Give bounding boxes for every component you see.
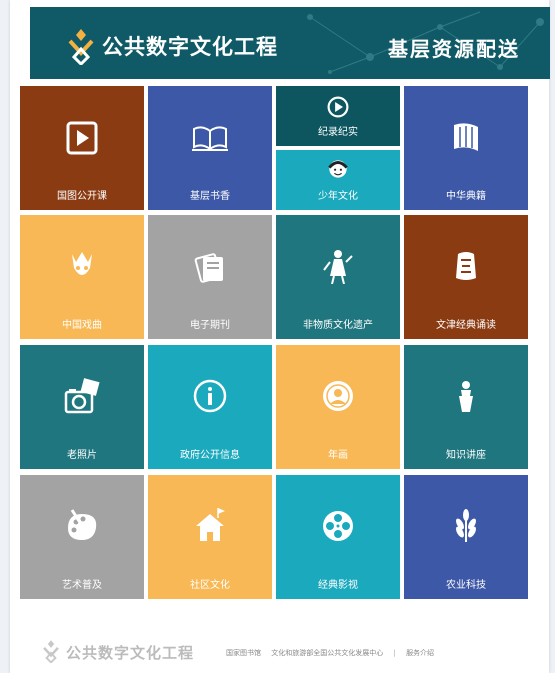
header-banner: 公共数字文化工程 基层资源配送 <box>30 7 550 79</box>
tile-new-year-painting[interactable]: 年画 <box>276 345 400 469</box>
tile-label: 政府公开信息 <box>180 450 240 461</box>
footer-link-intro[interactable]: 服务介绍 <box>406 649 434 657</box>
footer-link-center[interactable]: 文化和旅游部全国公共文化发展中心 <box>271 649 383 657</box>
tile-film-reel[interactable]: 经典影视 <box>276 475 400 599</box>
tile-label: 少年文化 <box>318 191 358 202</box>
tile-info[interactable]: 政府公开信息 <box>148 345 272 469</box>
child-face-icon <box>328 160 348 178</box>
tile-palette-brush[interactable]: 艺术普及 <box>20 475 144 599</box>
footer-logo-icon <box>43 640 59 663</box>
page: 公共数字文化工程 基层资源配送 国图公开课 基层书香 纪录纪实少年文化 中华典籍中国戏… <box>10 0 550 673</box>
tile-classic-seal[interactable]: 文津经典诵读 <box>404 215 528 339</box>
heritage-figure-icon <box>323 250 353 284</box>
tile-label: 文津经典诵读 <box>436 320 496 331</box>
new-year-painting-icon <box>323 381 353 411</box>
tile-opera-mask[interactable]: 中国戏曲 <box>20 215 144 339</box>
magazine-icon <box>194 253 223 283</box>
play-card-icon <box>66 121 98 155</box>
tile-label: 非物质文化遗产 <box>303 320 373 331</box>
wheat-icon <box>456 509 476 542</box>
camera-photo-icon <box>64 378 100 414</box>
tile-label: 艺术普及 <box>62 580 102 591</box>
tile-label: 中国戏曲 <box>62 320 102 331</box>
slogan: 基层资源配送 <box>388 37 520 61</box>
scroll-icon <box>454 123 478 151</box>
tile-label: 农业科技 <box>446 580 486 591</box>
tile-label: 基层书香 <box>190 191 230 202</box>
footer: 公共数字文化工程 国家图书馆 文化和旅游部全国公共文化发展中心 | 服务介绍 <box>10 632 549 672</box>
tile-label: 老照片 <box>67 450 97 461</box>
info-icon <box>193 379 227 413</box>
tile-label: 电子期刊 <box>190 320 230 331</box>
tile-label: 知识讲座 <box>446 450 486 461</box>
opera-mask-icon <box>72 252 92 275</box>
tile-camera-photo[interactable]: 老照片 <box>20 345 144 469</box>
footer-link-nlc[interactable]: 国家图书馆 <box>226 649 261 657</box>
tile-label: 纪录纪实 <box>318 127 358 138</box>
tile-lecturer-podium[interactable]: 知识讲座 <box>404 345 528 469</box>
tile-label: 国图公开课 <box>57 191 107 202</box>
tile-open-book[interactable]: 基层书香 <box>148 86 272 210</box>
footer-separator: | <box>393 649 396 657</box>
tile-play-card[interactable]: 国图公开课 <box>20 86 144 210</box>
project-logo-icon <box>68 29 94 65</box>
footer-brand: 公共数字文化工程 <box>66 644 195 662</box>
tile-magazine[interactable]: 电子期刊 <box>148 215 272 339</box>
tile-label: 中华典籍 <box>446 191 486 202</box>
tile-child-face[interactable]: 少年文化 <box>276 150 400 210</box>
lecturer-podium-icon <box>459 381 473 412</box>
tile-heritage-figure[interactable]: 非物质文化遗产 <box>276 215 400 339</box>
brand-title: 公共数字文化工程 <box>102 34 278 59</box>
tile-scroll[interactable]: 中华典籍 <box>404 86 528 210</box>
tile-play-circle[interactable]: 纪录纪实 <box>276 86 400 146</box>
tile-house-flag[interactable]: 社区文化 <box>148 475 272 599</box>
tile-label: 经典影视 <box>318 580 358 591</box>
film-reel-icon <box>323 511 353 541</box>
tile-wheat[interactable]: 农业科技 <box>404 475 528 599</box>
footer-links: 国家图书馆 文化和旅游部全国公共文化发展中心 | 服务介绍 <box>226 648 442 658</box>
house-flag-icon <box>196 508 225 541</box>
play-circle-icon <box>327 96 349 118</box>
open-book-icon <box>192 126 228 151</box>
tile-label: 社区文化 <box>190 580 230 591</box>
tile-label: 年画 <box>328 450 348 461</box>
classic-seal-icon <box>456 252 476 280</box>
palette-brush-icon <box>68 509 97 540</box>
